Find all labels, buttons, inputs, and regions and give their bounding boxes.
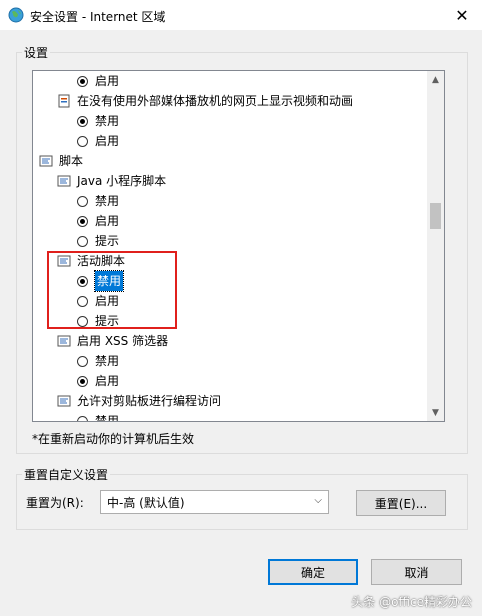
radio-button[interactable] — [77, 195, 88, 207]
scroll-up-button[interactable]: ▲ — [427, 71, 444, 88]
scrollbar-thumb[interactable] — [430, 203, 441, 229]
list-item: 在没有使用外部媒体播放机的网页上显示视频和动画 — [57, 91, 353, 111]
reset-level-select[interactable]: 中-高 (默认值) ⌵ — [100, 490, 329, 514]
list-item: 活动脚本 — [57, 251, 125, 271]
list-item[interactable]: 禁用 — [77, 411, 119, 421]
reset-group-label: 重置自定义设置 — [22, 466, 111, 483]
list-item[interactable]: 启用 — [77, 131, 119, 151]
vertical-scrollbar[interactable]: ▲ ▼ — [427, 71, 444, 421]
reset-button[interactable]: 重置(E)... — [356, 490, 446, 516]
radio-button[interactable] — [77, 415, 88, 421]
radio-button[interactable] — [77, 375, 88, 387]
settings-group-label: 设置 — [22, 44, 51, 61]
restart-note: *在重新启动你的计算机后生效 — [32, 432, 195, 446]
script-settings-icon — [57, 175, 71, 187]
script-settings-icon — [39, 155, 53, 167]
cancel-button[interactable]: 取消 — [371, 559, 462, 585]
list-item[interactable]: 启用 — [77, 291, 119, 311]
reset-level-value: 中-高 (默认值) — [107, 495, 185, 510]
scroll-down-button[interactable]: ▼ — [427, 404, 444, 421]
watermark-text: 头条 @office精彩办公 — [351, 595, 472, 609]
radio-button[interactable] — [77, 215, 88, 227]
script-settings-icon — [57, 335, 71, 347]
close-icon: ✕ — [455, 5, 469, 25]
radio-button[interactable] — [77, 275, 88, 287]
list-item: 脚本 — [39, 151, 83, 171]
list-item: 允许对剪贴板进行编程访问 — [57, 391, 221, 411]
settings-tree-list[interactable]: 启用 在没有使用外部媒体播放机的网页上显示视频和动画 禁用 启用 脚本 Java… — [32, 70, 445, 422]
list-item: 启用 XSS 筛选器 — [57, 331, 168, 351]
globe-icon — [8, 7, 24, 23]
radio-button[interactable] — [77, 235, 88, 247]
title-bar: 安全设置 - Internet 区域 ✕ — [0, 0, 482, 30]
radio-button[interactable] — [77, 115, 88, 127]
script-settings-icon — [57, 255, 71, 267]
radio-button[interactable] — [77, 315, 88, 327]
reset-to-label: 重置为(R): — [26, 496, 84, 510]
list-item[interactable]: 启用 — [77, 211, 119, 231]
list-item[interactable]: 提示 — [77, 311, 119, 331]
setting-page-icon — [58, 94, 70, 108]
list-item[interactable]: 启用 — [77, 371, 119, 391]
close-button[interactable]: ✕ — [442, 0, 482, 30]
list-item: Java 小程序脚本 — [57, 171, 166, 191]
list-item[interactable]: 禁用 — [77, 270, 125, 292]
list-item[interactable]: 禁用 — [77, 351, 119, 371]
ok-button[interactable]: 确定 — [268, 559, 358, 585]
list-item[interactable]: 禁用 — [77, 111, 119, 131]
chevron-up-icon: ▲ — [432, 74, 439, 85]
script-settings-icon — [57, 395, 71, 407]
list-item[interactable]: 禁用 — [77, 191, 119, 211]
radio-button[interactable] — [77, 295, 88, 307]
radio-button[interactable] — [77, 355, 88, 367]
radio-button[interactable] — [77, 135, 88, 147]
radio-button[interactable] — [77, 75, 88, 87]
chevron-down-icon: ▼ — [432, 407, 439, 418]
list-item[interactable]: 提示 — [77, 231, 119, 251]
chevron-down-icon: ⌵ — [314, 495, 322, 506]
window-title: 安全设置 - Internet 区域 — [30, 10, 166, 24]
list-item[interactable]: 启用 — [77, 71, 119, 91]
